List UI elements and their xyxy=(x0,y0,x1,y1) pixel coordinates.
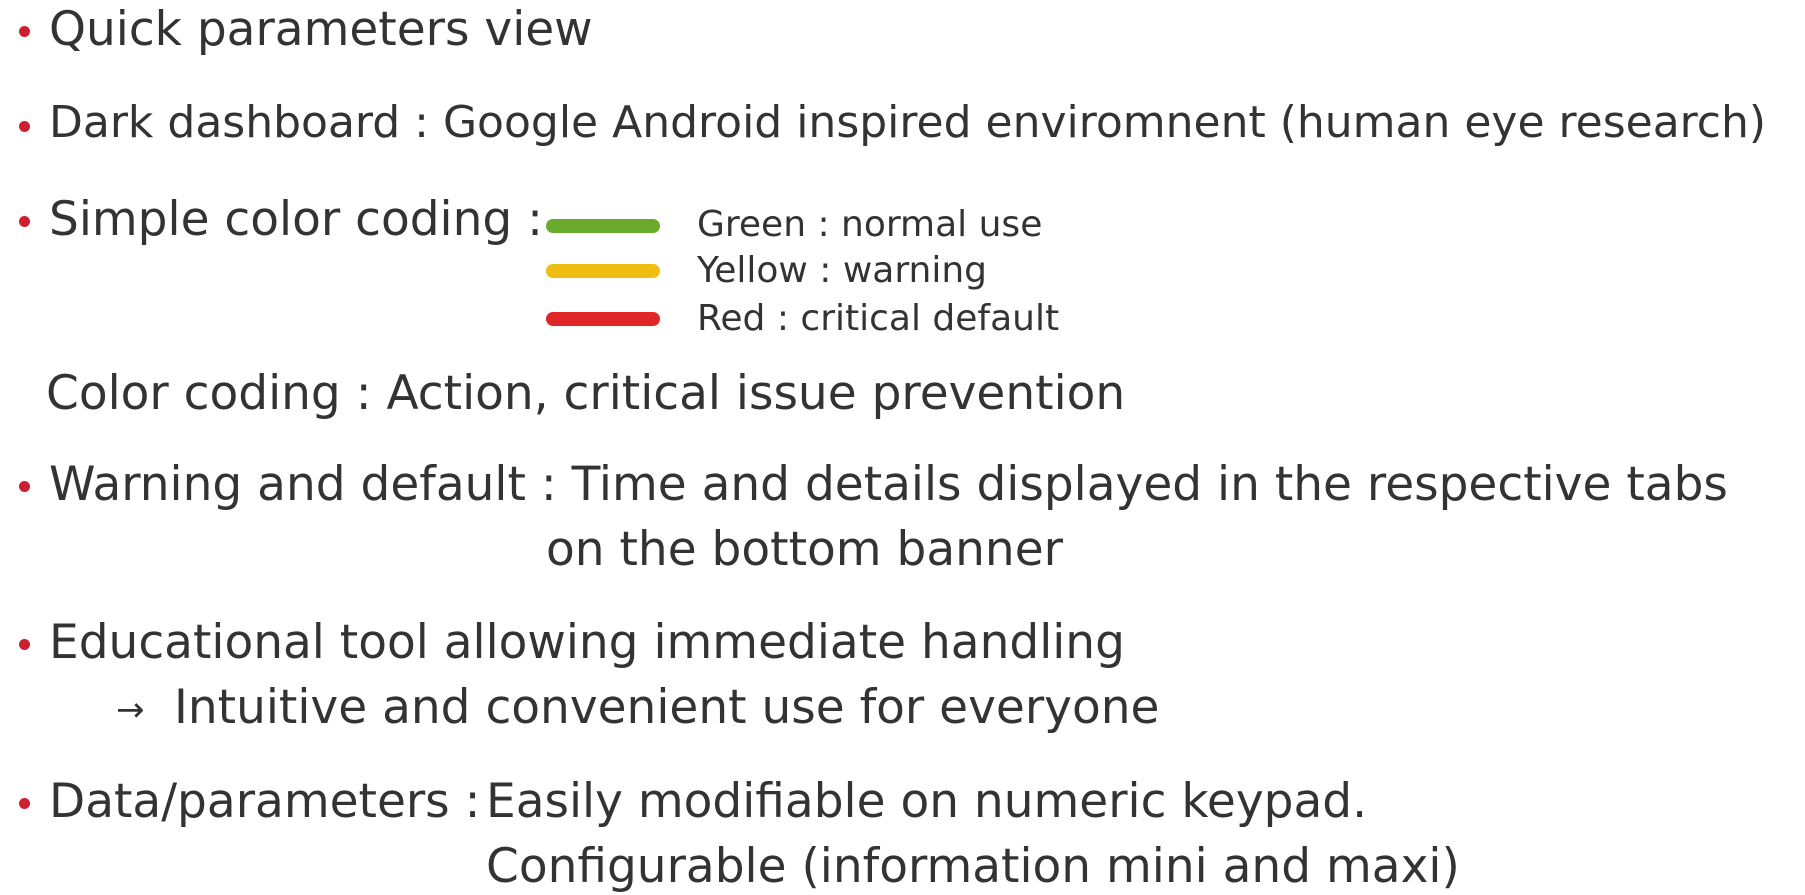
item-warning-and-default: Warning and default : Time and details d… xyxy=(49,457,1728,512)
item-quick-parameters: Quick parameters view xyxy=(49,2,593,57)
item-data-detail-1: Easily modifiable on numeric keypad. xyxy=(486,774,1368,829)
right-arrow-icon: → xyxy=(116,690,145,730)
item-data-detail-2: Configurable (information mini and maxi) xyxy=(486,839,1460,894)
bullet-dot xyxy=(19,121,30,132)
item-simple-color-coding: Simple color coding : xyxy=(49,192,543,247)
item-dark-dashboard: Dark dashboard : Google Android inspired… xyxy=(49,97,1767,148)
bullet-dot xyxy=(19,481,30,492)
item-educational-subline: Intuitive and convenient use for everyon… xyxy=(174,680,1160,735)
legend-green-label: Green : normal use xyxy=(697,204,1043,245)
legend-red-label: Red : critical default xyxy=(697,298,1060,339)
bullet-dot xyxy=(19,26,30,37)
legend-green-bar xyxy=(546,219,660,233)
bullet-dot xyxy=(19,639,30,650)
legend-red-bar xyxy=(546,312,660,326)
bullet-dot xyxy=(19,798,30,809)
item-warning-continuation: on the bottom banner xyxy=(546,522,1063,577)
item-data-parameters: Data/parameters : xyxy=(49,774,481,829)
item-educational-tool: Educational tool allowing immediate hand… xyxy=(49,615,1125,670)
legend-yellow-label: Yellow : warning xyxy=(697,250,988,291)
legend-yellow-bar xyxy=(546,264,660,278)
slide: { "items": [ { "text": "Quick parameters… xyxy=(0,0,1805,895)
color-coding-note: Color coding : Action, critical issue pr… xyxy=(46,366,1126,421)
bullet-dot xyxy=(19,216,30,227)
